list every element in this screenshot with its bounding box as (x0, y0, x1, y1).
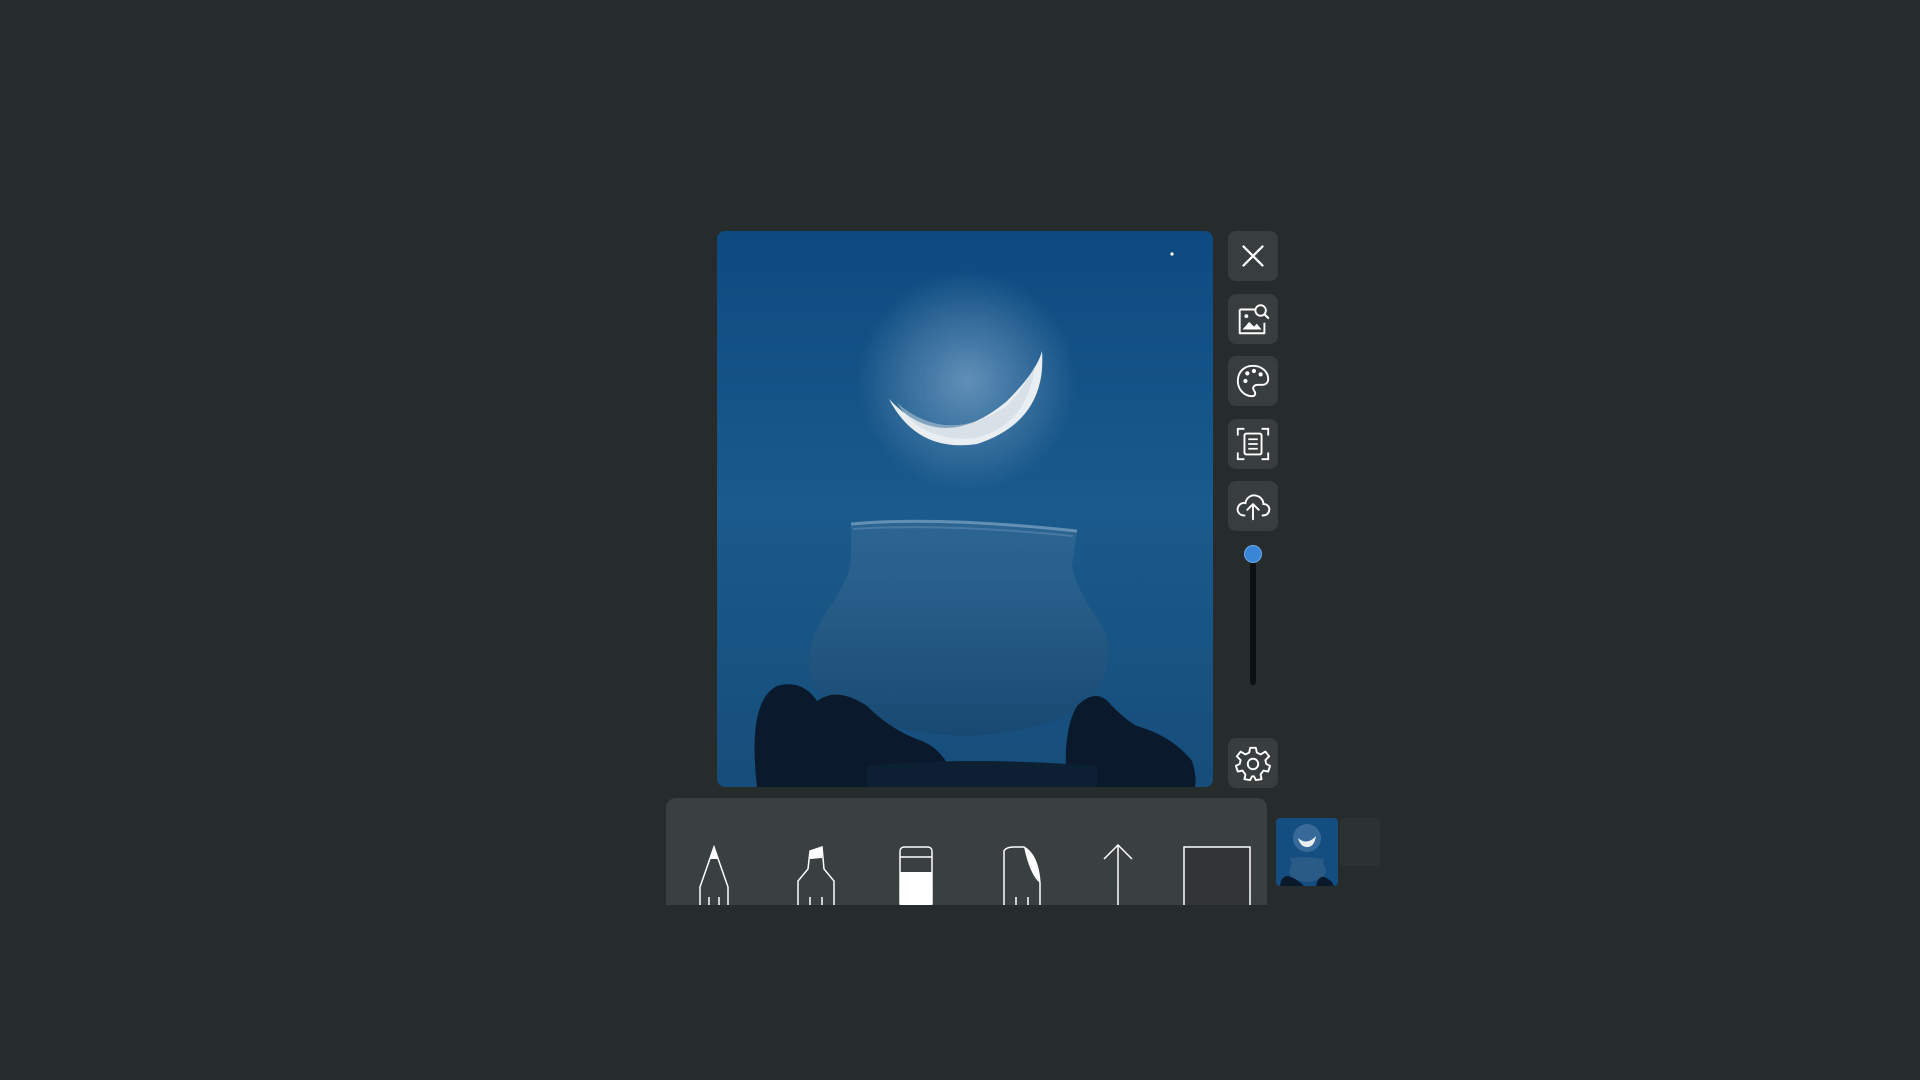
marker-icon (797, 845, 835, 905)
palette-icon (1236, 364, 1270, 398)
close-button[interactable] (1228, 231, 1278, 281)
image-thumbnail[interactable] (1276, 818, 1338, 886)
drawing-tool-tray (666, 798, 1267, 905)
lasso-tool[interactable] (1000, 845, 1042, 905)
cloud-upload-icon (1236, 494, 1271, 521)
settings-button[interactable] (1228, 738, 1278, 788)
pencil-tool[interactable] (696, 845, 732, 905)
thumbnail-image (1276, 818, 1338, 886)
ruler-arrow-icon (1103, 843, 1133, 905)
palette-button[interactable] (1228, 356, 1278, 406)
screen (0, 0, 1920, 1080)
close-icon (1242, 245, 1264, 267)
brush-size-slider[interactable] (1243, 545, 1263, 685)
moon-jar-image (717, 231, 1213, 787)
slider-thumb[interactable] (1244, 545, 1262, 563)
lasso-icon (1003, 846, 1041, 905)
image-search-button[interactable] (1228, 294, 1278, 344)
slider-track[interactable] (1250, 553, 1256, 685)
shape-tool[interactable] (1182, 845, 1252, 905)
eraser-tool[interactable] (898, 845, 934, 905)
text-scan-button[interactable] (1228, 419, 1278, 469)
settings-gear-icon (1234, 746, 1272, 782)
text-scan-icon (1236, 427, 1270, 461)
thumbnail-stack (1340, 818, 1380, 866)
ruler-tool[interactable] (1098, 843, 1138, 905)
pencil-icon (699, 845, 729, 905)
marker-tool[interactable] (794, 845, 838, 905)
image-search-icon (1238, 304, 1270, 335)
main-photo[interactable] (717, 231, 1213, 787)
eraser-icon (899, 846, 933, 905)
shape-square-icon (1183, 846, 1251, 905)
cloud-upload-button[interactable] (1228, 481, 1278, 531)
